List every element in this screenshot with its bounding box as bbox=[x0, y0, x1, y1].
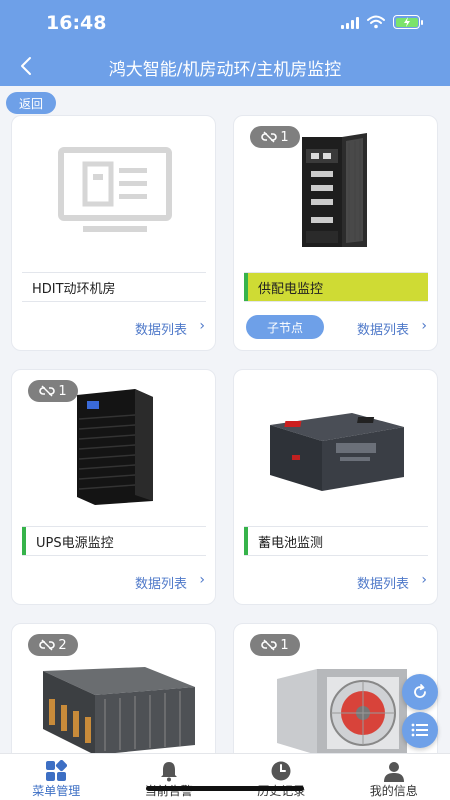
link-badge: 2 bbox=[28, 634, 78, 656]
data-list-link[interactable]: 数据列表 bbox=[357, 573, 409, 592]
nav-bar: 鸿大智能/机房动环/主机房监控 bbox=[0, 46, 450, 86]
tab-menu-management[interactable]: 菜单管理 bbox=[0, 754, 113, 800]
return-button[interactable]: 返回 bbox=[6, 92, 56, 114]
link-badge: 1 bbox=[250, 126, 300, 148]
unlink-icon bbox=[261, 131, 278, 143]
battery-image bbox=[234, 370, 437, 520]
card-label: UPS电源监控 bbox=[22, 527, 206, 555]
badge-count: 1 bbox=[280, 637, 289, 653]
list-icon bbox=[411, 723, 428, 737]
tab-label: 菜单管理 bbox=[32, 784, 81, 798]
bell-icon bbox=[157, 760, 181, 782]
badge-count: 1 bbox=[58, 383, 67, 399]
data-list-link[interactable]: 数据列表 bbox=[135, 319, 187, 338]
chevron-right-icon: › bbox=[421, 572, 427, 588]
wifi-icon bbox=[367, 15, 385, 29]
ventilation-fan-image bbox=[234, 654, 437, 762]
monitor-placeholder-image bbox=[12, 116, 215, 266]
card-battery-rack[interactable]: 2 bbox=[11, 623, 216, 763]
card-power-distribution[interactable]: 1 供配电监控 子节点 数据列表 › bbox=[233, 115, 438, 351]
chevron-right-icon: › bbox=[199, 572, 205, 588]
link-badge: 1 bbox=[250, 634, 300, 656]
status-icons bbox=[341, 15, 423, 29]
tab-label: 我的信息 bbox=[369, 784, 418, 798]
home-indicator bbox=[146, 786, 304, 791]
monitor-icon bbox=[57, 147, 172, 232]
battery-rack-image bbox=[12, 654, 215, 762]
unlink-icon bbox=[39, 385, 56, 397]
grid-icon bbox=[44, 760, 68, 782]
card-divider bbox=[244, 301, 428, 302]
chevron-right-icon: › bbox=[421, 318, 427, 334]
link-badge: 1 bbox=[28, 380, 78, 402]
refresh-button[interactable] bbox=[402, 674, 438, 710]
badge-count: 1 bbox=[280, 129, 289, 145]
unlink-icon bbox=[39, 639, 56, 651]
data-list-link[interactable]: 数据列表 bbox=[135, 573, 187, 592]
tab-my-info[interactable]: 我的信息 bbox=[338, 754, 450, 800]
card-divider bbox=[244, 555, 428, 556]
card-label: 蓄电池监测 bbox=[244, 527, 428, 555]
status-time: 16:48 bbox=[46, 12, 107, 34]
battery-icon bbox=[393, 15, 423, 29]
status-bar: 16:48 bbox=[0, 0, 450, 46]
card-battery[interactable]: 蓄电池监测 数据列表 › bbox=[233, 369, 438, 605]
data-list-link[interactable]: 数据列表 bbox=[357, 319, 409, 338]
card-divider bbox=[22, 301, 206, 302]
clock-icon bbox=[269, 760, 293, 782]
bottom-tab-bar: 菜单管理 当前告警 历史记录 我的信息 bbox=[0, 753, 450, 800]
list-menu-button[interactable] bbox=[402, 712, 438, 748]
unlink-icon bbox=[261, 639, 278, 651]
card-label: 供配电监控 bbox=[244, 273, 428, 301]
tab-history[interactable]: 历史记录 bbox=[225, 754, 338, 800]
child-node-button[interactable]: 子节点 bbox=[246, 315, 324, 339]
card-label: HDIT动环机房 bbox=[32, 281, 116, 297]
signal-icon bbox=[341, 16, 359, 29]
user-icon bbox=[382, 760, 406, 782]
refresh-icon bbox=[414, 684, 426, 698]
card-hdit[interactable]: HDIT动环机房 数据列表 › bbox=[11, 115, 216, 351]
card-divider bbox=[22, 555, 206, 556]
tab-current-alarms[interactable]: 当前告警 bbox=[113, 754, 226, 800]
card-ups[interactable]: 1 UPS电源监控 数据列表 › bbox=[11, 369, 216, 605]
page-title: 鸿大智能/机房动环/主机房监控 bbox=[108, 60, 342, 80]
badge-count: 2 bbox=[58, 637, 67, 653]
chevron-right-icon: › bbox=[199, 318, 205, 334]
